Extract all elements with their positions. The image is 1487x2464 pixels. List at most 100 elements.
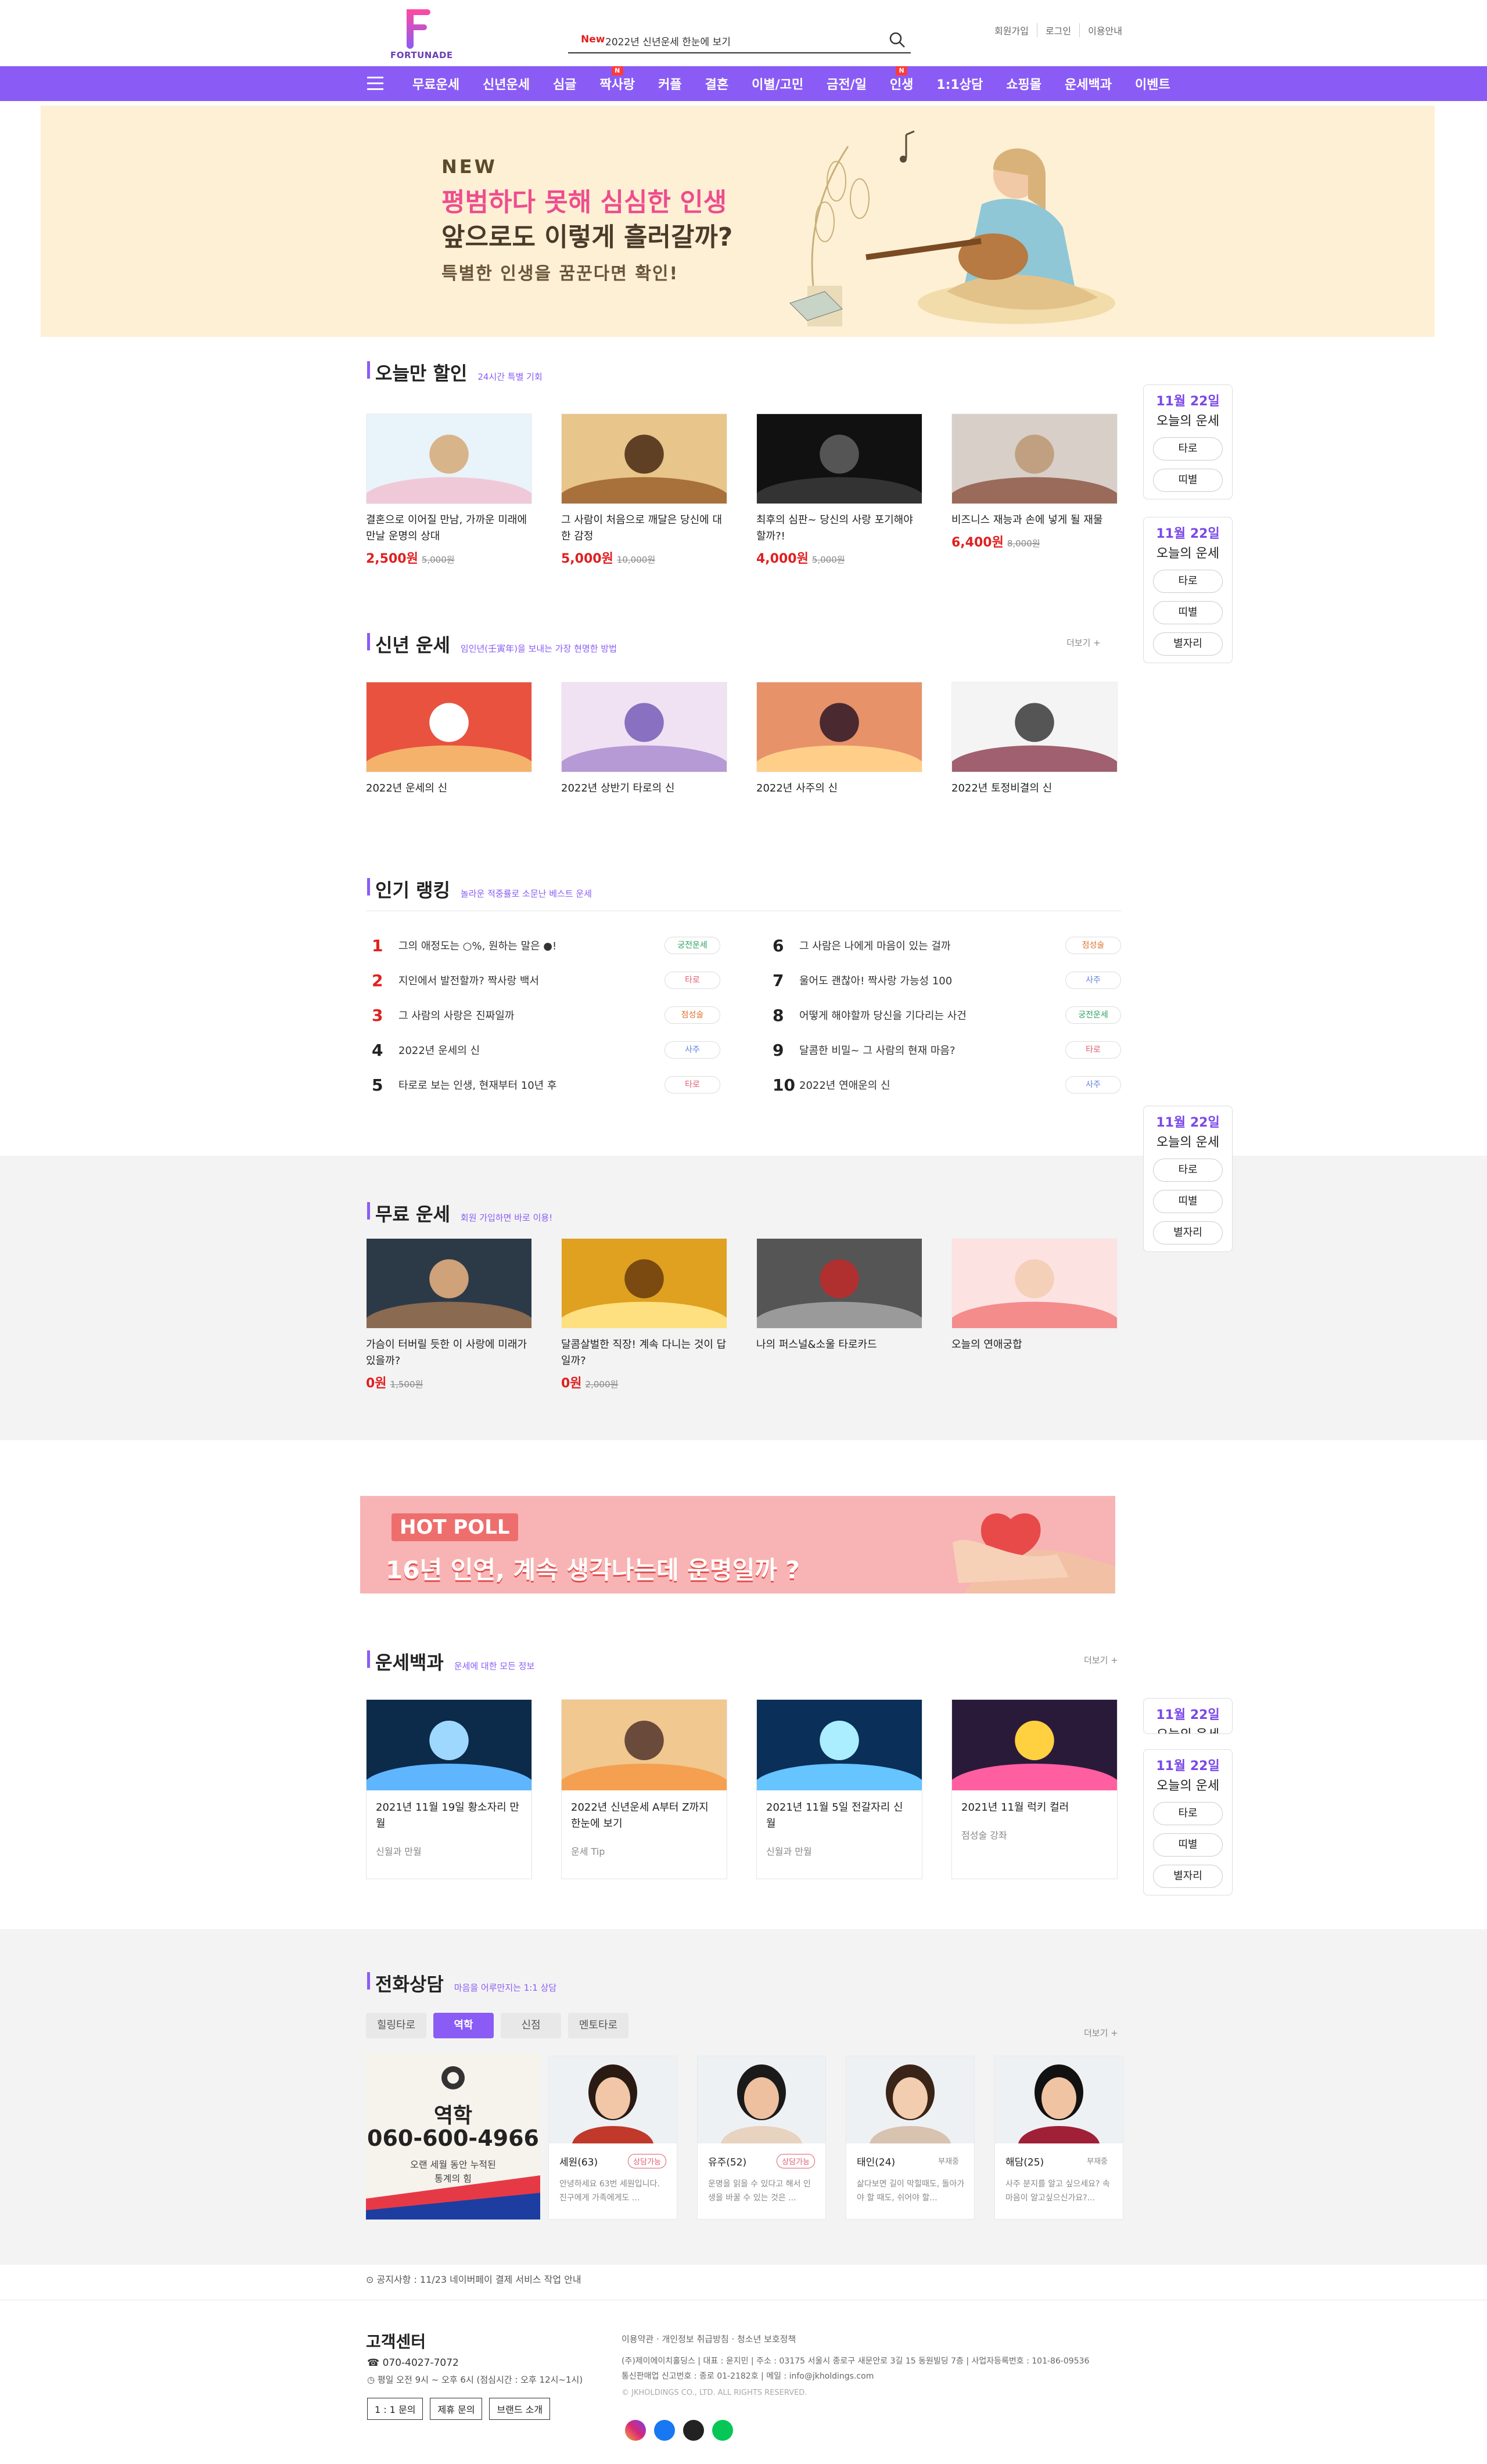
original-price: 8,000원: [1007, 538, 1040, 549]
login-link[interactable]: 로그인: [1036, 23, 1079, 37]
ranking-item[interactable]: 7 울어도 괜찮아! 짝사랑 가능성 100 사주: [773, 963, 1121, 998]
ranking-item[interactable]: 3 그 사람의 사랑은 진짜일까 점성술: [372, 998, 720, 1033]
ranking-list-right: 6 그 사람은 나에게 마음이 있는 걸까 점성술 7 울어도 괜찮아! 짝사랑 가능성…: [773, 928, 1121, 1102]
newyear-card[interactable]: 2022년 사주의 신: [756, 682, 922, 797]
brand-button[interactable]: 브랜드 소개: [489, 2398, 551, 2420]
rank-category-tag[interactable]: 타로: [1065, 1041, 1121, 1059]
phone-tab[interactable]: 멘토타로: [568, 2013, 628, 2038]
nav-item[interactable]: 신년운세: [471, 74, 541, 93]
nav-item[interactable]: 이별/고민: [740, 74, 815, 93]
nav-item[interactable]: 쇼핑몰: [994, 74, 1053, 93]
ranking-item[interactable]: 5 타로로 보는 인생, 현재부터 10년 후 타로: [372, 1067, 720, 1102]
ranking-item[interactable]: 6 그 사람은 나에게 마음이 있는 걸까 점성술: [773, 928, 1121, 963]
hero-banner[interactable]: NEW 평범하다 못해 심심한 인생 앞으로도 이렇게 흘러갈까? 특별한 인생…: [41, 106, 1435, 337]
sale-card[interactable]: 결혼으로 이어질 만남, 가까운 미래에 만날 운명의 상대 2,500원 5,00…: [366, 413, 532, 567]
widget-date: 11월 22일: [1156, 1708, 1220, 1722]
rank-category-tag[interactable]: 타로: [665, 1076, 720, 1093]
menu-icon[interactable]: [367, 77, 383, 91]
widget-button[interactable]: 타로: [1153, 1802, 1223, 1825]
encyclopedia-card[interactable]: 2021년 11월 럭키 컬러 점성술 강좌: [951, 1699, 1118, 1879]
widget-button[interactable]: 별자리: [1153, 1221, 1223, 1244]
kakao-icon[interactable]: [683, 2420, 704, 2441]
encyclopedia-card[interactable]: 2022년 신년운세 A부터 Z까지 한눈에 보기 운세 Tip: [561, 1699, 727, 1879]
nav-item[interactable]: 무료운세: [401, 74, 471, 93]
instagram-icon[interactable]: [625, 2420, 646, 2441]
original-price: 1,500원: [390, 1379, 423, 1390]
phone-more-link[interactable]: 더보기 +: [1084, 2027, 1118, 2039]
phone-tab[interactable]: 신점: [501, 2013, 561, 2038]
rank-category-tag[interactable]: 사주: [1065, 1076, 1121, 1093]
nav-item[interactable]: 금전/일: [815, 74, 878, 93]
rank-category-tag[interactable]: 궁전운세: [665, 937, 720, 954]
phone-tab[interactable]: 힐링타로: [366, 2013, 426, 2038]
newyear-more-link[interactable]: 더보기 +: [1066, 636, 1101, 649]
rank-category-tag[interactable]: 타로: [665, 972, 720, 989]
widget-button[interactable]: 띠별: [1153, 1833, 1223, 1857]
free-card[interactable]: 달콤살벌한 직장! 계속 다니는 것이 답일까? 0원 2,000원: [561, 1238, 727, 1391]
widget-button[interactable]: 타로: [1153, 570, 1223, 593]
widget-button[interactable]: 별자리: [1153, 1865, 1223, 1888]
nav-item[interactable]: N 짝사랑: [588, 66, 646, 93]
notice-text[interactable]: ⊙ 공지사항 : 11/23 네이버페이 결제 서비스 작업 안내: [366, 2272, 581, 2286]
sale-card[interactable]: 비즈니스 재능과 손에 넣게 될 재물 6,400원 8,000원: [951, 413, 1118, 551]
ranking-item[interactable]: 2 지인에서 발전할까? 짝사랑 백서 타로: [372, 963, 720, 998]
partnership-button[interactable]: 제휴 문의: [430, 2398, 483, 2420]
search-text[interactable]: 2022년 신년운세 한눈에 보기: [605, 34, 731, 48]
phone-tab[interactable]: 역학: [433, 2013, 494, 2038]
nav-item[interactable]: N 인생: [878, 66, 925, 93]
newyear-card[interactable]: 2022년 운세의 신: [366, 682, 532, 797]
rank-category-tag[interactable]: 사주: [665, 1041, 720, 1059]
phone-banner-number[interactable]: 060-600-4966: [366, 2125, 540, 2151]
counselor-card[interactable]: 태인(24) 부재중 삶다보면 길이 막힐때도, 돌아가야 할 때도, 쉬어야 할.…: [846, 2056, 975, 2220]
phone-banner[interactable]: 역학 060-600-4966 오랜 세월 동안 누적된 통계의 힘: [366, 2053, 540, 2220]
rank-category-tag[interactable]: 사주: [1065, 972, 1121, 989]
nav-item[interactable]: 커플: [646, 74, 693, 93]
footer-links[interactable]: 이용약관 · 개인정보 취급방침 · 청소년 보호정책: [622, 2333, 796, 2345]
nav-item[interactable]: 심글: [541, 74, 588, 93]
ranking-item[interactable]: 9 달콤한 비밀~ 그 사람의 현재 마음? 타로: [773, 1033, 1121, 1067]
newyear-card[interactable]: 2022년 토정비결의 신: [951, 682, 1118, 797]
ranking-item[interactable]: 8 어떻게 해야할까 당신을 기다리는 사건 궁전운세: [773, 998, 1121, 1033]
search-icon[interactable]: [889, 31, 906, 49]
logo[interactable]: FORTUNADE: [390, 7, 452, 65]
sale-card[interactable]: 그 사람이 처음으로 깨달은 당신에 대한 감정 5,000원 10,000원: [561, 413, 727, 567]
widget-button[interactable]: 타로: [1153, 1159, 1223, 1182]
sale-card[interactable]: 최후의 심판~ 당신의 사랑 포기해야 할까?! 4,000원 5,000원: [756, 413, 922, 567]
nav-item[interactable]: 1:1상담: [925, 74, 994, 93]
widget-button[interactable]: 타로: [1153, 437, 1223, 461]
signup-link[interactable]: 회원가입: [986, 23, 1037, 37]
counselor-card[interactable]: 유주(52) 상담가능 운명을 읽을 수 있다고 해서 인생을 바꿀 수 있는 것은…: [697, 2056, 826, 2220]
encyclopedia-heading: 운세백과 운세에 대한 모든 정보: [367, 1648, 534, 1675]
encyclopedia-card[interactable]: 2021년 11월 5일 전갈자리 신월 신월과 만월: [756, 1699, 922, 1879]
ranking-list-left: 1 그의 애정도는 ○%, 원하는 말은 ●! 궁전운세 2 지인에서 발전할까? 짝사…: [372, 928, 720, 1102]
ranking-item[interactable]: 10 2022년 연애운의 신 사주: [773, 1067, 1121, 1102]
rank-category-tag[interactable]: 점성술: [1065, 937, 1121, 954]
rank-category-tag[interactable]: 점성술: [665, 1006, 720, 1024]
free-card[interactable]: 가슴이 터버릴 듯한 이 사랑에 미래가 있을까? 0원 1,500원: [366, 1238, 532, 1391]
rank-category-tag[interactable]: 궁전운세: [1065, 1006, 1121, 1024]
widget-button[interactable]: 띠별: [1153, 601, 1223, 624]
nav-item[interactable]: 이벤트: [1123, 74, 1182, 93]
ranking-item[interactable]: 4 2022년 운세의 신 사주: [372, 1033, 720, 1067]
widget-button[interactable]: 별자리: [1153, 632, 1223, 656]
free-card[interactable]: 나의 퍼스널&소울 타로카드: [756, 1238, 922, 1353]
line-icon[interactable]: [712, 2420, 733, 2441]
free-card[interactable]: 오늘의 연애궁합: [951, 1238, 1118, 1353]
search-bar[interactable]: New 2022년 신년운세 한눈에 보기: [568, 28, 911, 53]
nav-item[interactable]: 운세백과: [1053, 74, 1123, 93]
ranking-item[interactable]: 1 그의 애정도는 ○%, 원하는 말은 ●! 궁전운세: [372, 928, 720, 963]
widget-button[interactable]: 띠별: [1153, 1190, 1223, 1213]
section-title: 오늘만 할인: [375, 362, 468, 384]
encyclopedia-more-link[interactable]: 더보기 +: [1084, 1654, 1118, 1666]
hot-poll-banner[interactable]: HOT POLL 16년 인연, 계속 생각나는데 운명일까 ?: [360, 1496, 1115, 1593]
guide-link[interactable]: 이용안내: [1079, 23, 1130, 37]
newyear-card[interactable]: 2022년 상반기 타로의 신: [561, 682, 727, 797]
facebook-icon[interactable]: [654, 2420, 675, 2441]
rank-title: 2022년 연애운의 신: [799, 1080, 890, 1092]
counselor-card[interactable]: 해담(25) 부재중 사주 분지를 알고 싶으세요? 속 마음이 알고싶으신가요?.…: [994, 2056, 1123, 2220]
counselor-card[interactable]: 세원(63) 상담가능 안녕하세요 63번 세원입니다. 진구에게 가족에게도 ..…: [548, 2056, 677, 2220]
inquiry-button[interactable]: 1 : 1 문의: [367, 2398, 423, 2420]
widget-button[interactable]: 띠별: [1153, 469, 1223, 492]
nav-item[interactable]: 결혼: [694, 74, 740, 93]
encyclopedia-card[interactable]: 2021년 11월 19일 황소자리 만월 신월과 만월: [366, 1699, 532, 1879]
